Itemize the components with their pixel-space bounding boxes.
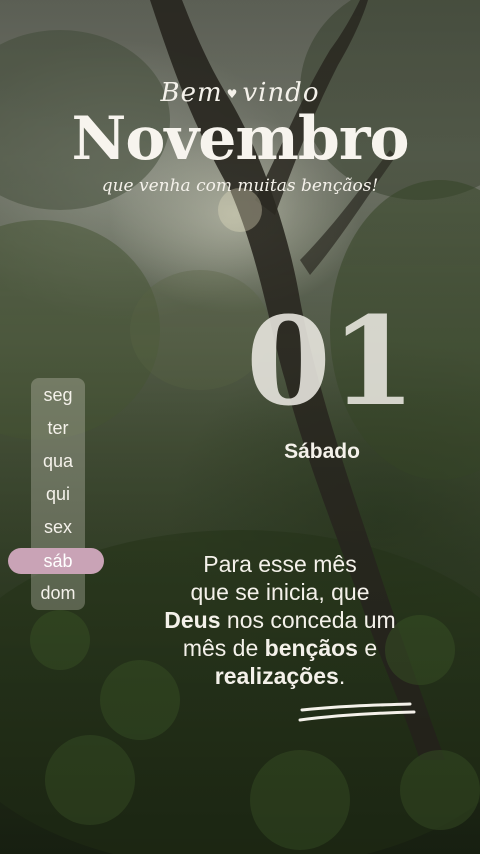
weekday-qui: qui xyxy=(45,484,71,504)
weekday-dom: dom xyxy=(40,583,76,603)
month-message: Para esse mês que se inicia, que Deus no… xyxy=(120,550,440,690)
weekday-qua: qua xyxy=(42,451,74,471)
message-word-deus: Deus xyxy=(164,607,221,633)
message-line-5-end: . xyxy=(338,663,346,689)
message-line-2: que se inicia, que xyxy=(190,579,370,605)
message-line-1: Para esse mês xyxy=(203,551,357,577)
message-line-3: Deus nos conceda um xyxy=(120,606,440,634)
heart-icon: ♥ xyxy=(226,87,239,101)
message-word-realizacoes: realizações xyxy=(214,663,339,689)
week-strip: seg ter qua qui sex dom xyxy=(31,378,85,610)
message-word-bencaos: bençãos xyxy=(264,635,358,661)
month-title: Novembro xyxy=(71,104,410,174)
weekday-sex: sex xyxy=(43,517,72,537)
weekday-seg: seg xyxy=(43,385,73,405)
weekday-sab-active: sáb xyxy=(43,551,73,571)
message-line-4-end: e xyxy=(357,635,378,661)
message-line-3-rest: nos conceda um xyxy=(220,607,396,633)
day-number: 01 xyxy=(246,289,416,433)
weekday-name: Sábado xyxy=(284,440,360,463)
brush-underline-decoration xyxy=(298,702,416,722)
message-line-5: realizações. xyxy=(120,662,440,690)
weekday-ter: ter xyxy=(47,418,69,438)
message-line-4: mês de bençãos e xyxy=(120,634,440,662)
story-card: Bem ♥ vindo Novembro que venha com muitas … xyxy=(0,0,480,854)
message-line-4-start: mês de xyxy=(182,635,265,661)
blessing-subtitle: que venha com muitas bençãos! xyxy=(101,176,379,196)
